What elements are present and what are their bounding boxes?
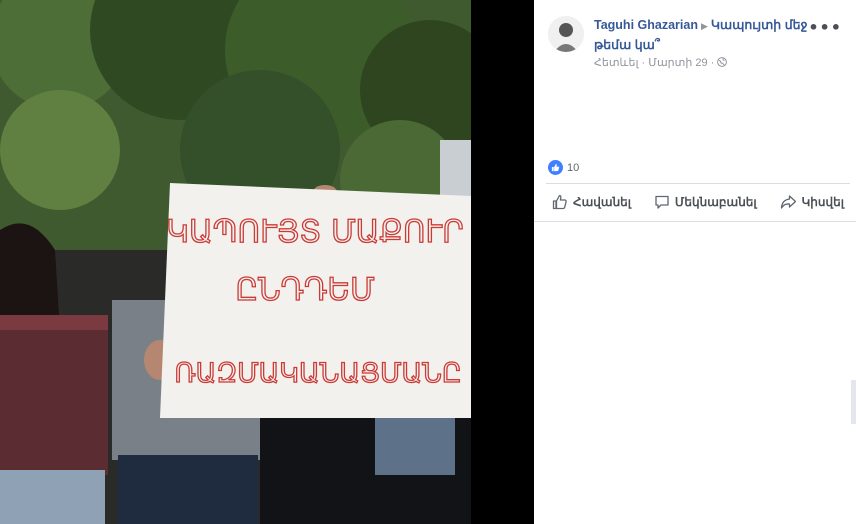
reactions-summary[interactable]: 10	[548, 160, 579, 175]
post-sidebar: Taguhi Ghazarian ▶ Կապույտի մեջ թեմա կա՞ Հ…	[534, 0, 856, 524]
like-label: Հավանել	[573, 195, 632, 209]
meta-separator-2: ·	[710, 57, 715, 69]
avatar-image	[548, 16, 584, 52]
avatar[interactable]	[548, 16, 584, 52]
share-label: Կիսվել	[801, 195, 844, 209]
post-photo[interactable]: ԿԱՊՈՒՅՏ ՄԱՔՈՒՐ ԸՆԴԴԵՄ ՌԱԶՄԱԿԱՆԱՑՄԱՆԸ	[0, 0, 471, 524]
comment-button[interactable]: Մեկնաբանել	[654, 194, 757, 210]
author-name[interactable]: Taguhi Ghazarian	[594, 18, 698, 32]
comment-icon	[655, 195, 669, 209]
post-actions: Հավանել Մեկնաբանել Կիսվել	[546, 184, 850, 220]
comment-label: Մեկնաբանել	[674, 195, 757, 209]
triangle-right-icon: ▶	[700, 22, 708, 32]
post-title: Taguhi Ghazarian ▶ Կապույտի մեջ թեմա կա՞	[594, 16, 814, 54]
share-arrow-icon	[780, 195, 796, 209]
scrollbar[interactable]	[851, 380, 856, 424]
thumbs-up-icon	[552, 194, 567, 210]
sign-line-1: ԿԱՊՈՒՅՏ ՄԱՔՈՒՐ	[166, 214, 463, 250]
photo-viewer: ԿԱՊՈՒՅՏ ՄԱՔՈՒՐ ԸՆԴԴԵՄ ՌԱԶՄԱԿԱՆԱՑՄԱՆԸ	[0, 0, 534, 524]
share-button[interactable]: Կիսվել	[780, 194, 844, 210]
sign-line-2: ԸՆԴԴԵՄ	[235, 272, 374, 308]
like-reaction-icon	[548, 160, 563, 175]
reaction-count: 10	[567, 161, 580, 174]
sign-line-3: ՌԱԶՄԱԿԱՆԱՑՄԱՆԸ	[174, 358, 461, 389]
divider	[534, 221, 856, 222]
more-options-button[interactable]: •••	[808, 18, 842, 37]
post-meta: Հետևել · Մարտի 29 ·	[594, 56, 728, 69]
meta-separator: ·	[641, 57, 646, 69]
globe-icon[interactable]	[717, 57, 728, 69]
post-date[interactable]: Մարտի 29	[648, 57, 707, 69]
protest-photo-illustration: ԿԱՊՈՒՅՏ ՄԱՔՈՒՐ ԸՆԴԴԵՄ ՌԱԶՄԱԿԱՆԱՑՄԱՆԸ	[0, 0, 471, 524]
like-button[interactable]: Հավանել	[552, 194, 631, 210]
follow-link[interactable]: Հետևել	[594, 57, 638, 69]
